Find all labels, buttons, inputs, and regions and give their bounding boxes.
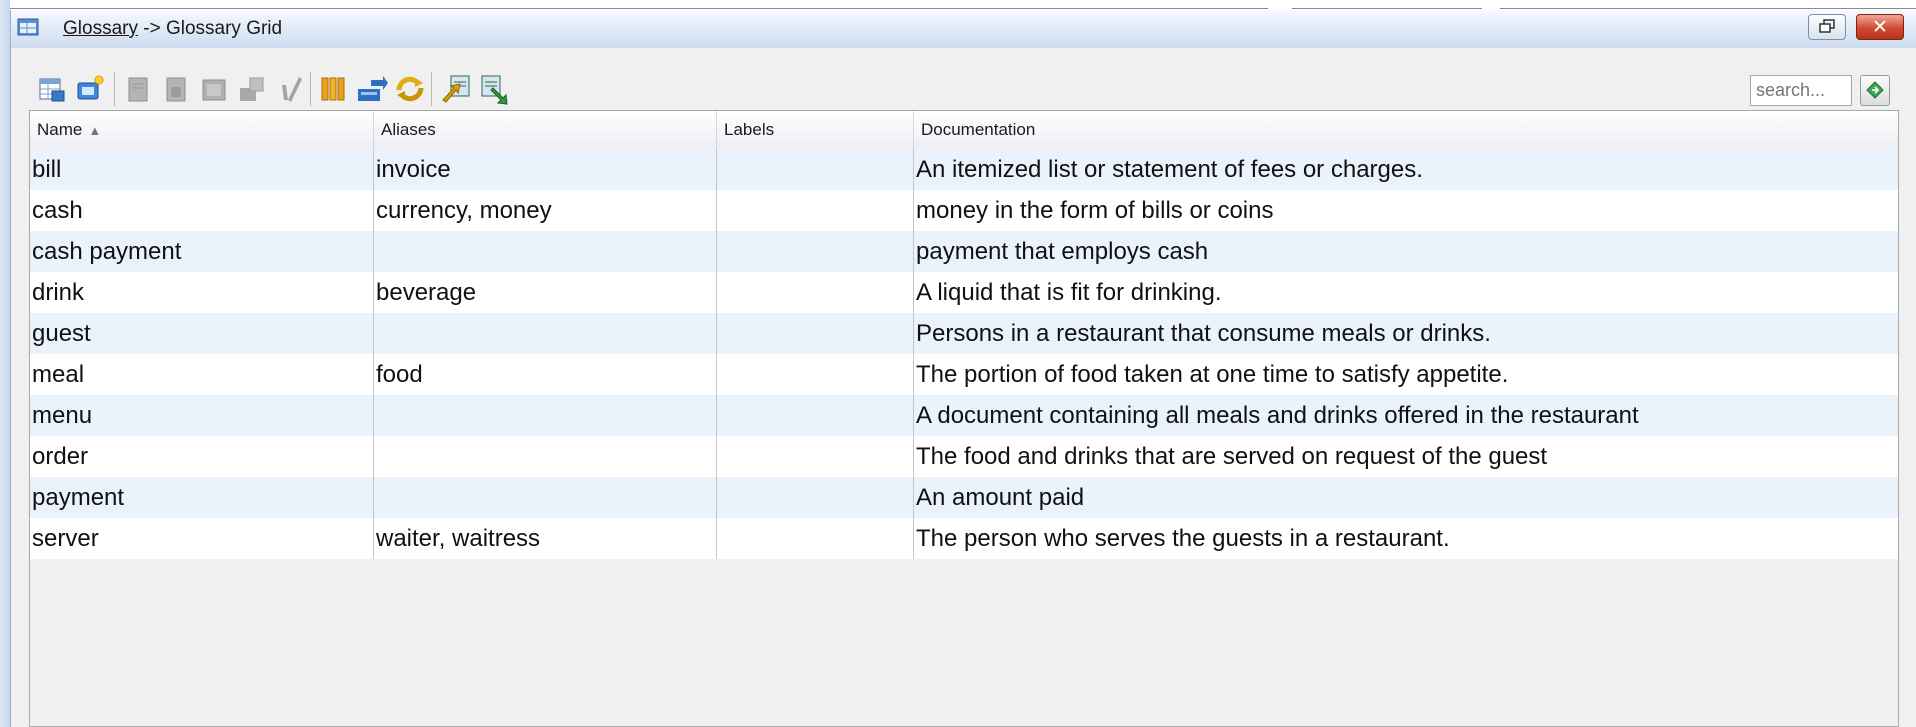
check-button[interactable] — [273, 72, 307, 106]
import-button[interactable] — [439, 72, 473, 106]
table-row[interactable]: bill invoice An itemized list or stateme… — [30, 149, 1898, 190]
desktop-edge — [0, 0, 10, 727]
labels-cell — [717, 436, 913, 477]
aliases-cell: invoice — [376, 156, 451, 183]
documentation-cell: money in the form of bills or coins — [916, 197, 1274, 224]
aliases-cell: beverage — [376, 279, 477, 306]
aliases-cell — [374, 395, 716, 436]
labels-cell — [717, 518, 913, 559]
move-icon — [358, 76, 388, 101]
aliases-cell — [374, 313, 716, 354]
properties-button[interactable] — [159, 72, 193, 106]
pin-button[interactable] — [235, 72, 269, 106]
search-input[interactable] — [1750, 75, 1852, 106]
add-relationship-icon — [77, 75, 104, 100]
labels-cell — [717, 395, 913, 436]
glossary-grid-window: Glossary -> Glossary Grid ✕ search... Na… — [10, 10, 1916, 727]
background-window-edges — [10, 0, 1916, 10]
breadcrumb-glossary-link[interactable]: Glossary — [63, 18, 138, 39]
table-row[interactable]: menu A document containing all meals and… — [30, 395, 1898, 436]
labels-cell — [717, 149, 913, 190]
check-icon — [282, 77, 302, 102]
toolbar — [11, 48, 1916, 118]
table-row[interactable]: order The food and drinks that are serve… — [30, 436, 1898, 477]
table-header: Name ▲ Aliases Labels Documentation — [30, 111, 1898, 150]
documentation-cell: Persons in a restaurant that consume mea… — [916, 320, 1491, 347]
table-row[interactable]: meal food The portion of food taken at o… — [30, 354, 1898, 395]
columns-icon — [321, 77, 345, 101]
open-page-button[interactable] — [121, 72, 155, 106]
close-icon: ✕ — [1872, 16, 1888, 38]
add-relationship-button[interactable] — [73, 72, 107, 106]
table-row[interactable]: cash payment payment that employs cash — [30, 231, 1898, 272]
table-row[interactable]: drink beverage A liquid that is fit for … — [30, 272, 1898, 313]
add-element-icon — [39, 78, 65, 102]
table-row[interactable]: payment An amount paid — [30, 477, 1898, 518]
aliases-cell — [374, 436, 716, 477]
table-row[interactable]: guest Persons in a restaurant that consu… — [30, 313, 1898, 354]
glossary-grid-icon — [17, 18, 39, 36]
aliases-cell: waiter, waitress — [376, 525, 541, 552]
documentation-cell: An itemized list or statement of fees or… — [916, 156, 1423, 183]
breadcrumb: Glossary -> Glossary Grid — [63, 18, 282, 40]
aliases-cell: food — [376, 361, 423, 388]
documentation-cell: A document containing all meals and drin… — [916, 402, 1639, 429]
column-header-labels[interactable]: Labels — [717, 111, 914, 149]
import-icon — [442, 75, 470, 103]
add-element-button[interactable] — [35, 72, 69, 106]
table-body: bill invoice An itemized list or stateme… — [30, 149, 1898, 559]
search-go-icon — [1866, 81, 1884, 99]
labels-cell — [717, 272, 913, 313]
name-cell: guest — [32, 320, 91, 347]
search-button[interactable] — [1860, 75, 1890, 106]
title-bar: Glossary -> Glossary Grid ✕ — [11, 10, 1916, 49]
name-cell: menu — [32, 402, 93, 429]
labels-cell — [717, 477, 913, 518]
columns-button[interactable] — [317, 72, 351, 106]
column-header-name[interactable]: Name ▲ — [30, 111, 374, 149]
documentation-cell: payment that employs cash — [916, 238, 1209, 265]
sort-ascending-icon: ▲ — [88, 123, 102, 138]
open-page-icon — [128, 77, 148, 102]
documentation-cell: A liquid that is fit for drinking. — [916, 279, 1222, 306]
name-cell: server — [32, 525, 99, 552]
restore-icon — [1819, 19, 1835, 33]
documentation-cell: The person who serves the guests in a re… — [916, 525, 1450, 552]
name-cell: payment — [32, 484, 125, 511]
pin-icon — [240, 77, 264, 101]
labels-cell — [717, 313, 913, 354]
aliases-cell — [374, 231, 716, 272]
name-cell: bill — [32, 156, 62, 183]
column-header-aliases[interactable]: Aliases — [374, 111, 717, 149]
name-cell: order — [32, 443, 89, 470]
properties-icon — [166, 77, 186, 102]
name-cell: drink — [32, 279, 85, 306]
labels-cell — [717, 190, 913, 231]
documentation-cell: The food and drinks that are served on r… — [916, 443, 1548, 470]
labels-cell — [717, 354, 913, 395]
refresh-icon — [396, 76, 424, 102]
restore-window-button[interactable] — [1808, 14, 1846, 40]
documentation-cell: An amount paid — [916, 484, 1085, 511]
breadcrumb-current: -> Glossary Grid — [137, 18, 283, 39]
aliases-cell — [374, 477, 716, 518]
name-cell: meal — [32, 361, 85, 388]
refresh-button[interactable] — [393, 72, 427, 106]
table-row[interactable]: server waiter, waitress The person who s… — [30, 518, 1898, 559]
close-window-button[interactable]: ✕ — [1856, 14, 1904, 40]
reference-button[interactable] — [197, 72, 231, 106]
table-row[interactable]: cash currency, money money in the form o… — [30, 190, 1898, 231]
labels-cell — [717, 231, 913, 272]
name-cell: cash payment — [32, 238, 182, 265]
documentation-cell: The portion of food taken at one time to… — [916, 361, 1509, 388]
move-button[interactable] — [355, 72, 389, 106]
reference-icon — [202, 79, 226, 101]
name-cell: cash — [32, 197, 83, 224]
glossary-table: Name ▲ Aliases Labels Documentation bill … — [29, 110, 1899, 727]
aliases-cell: currency, money — [376, 197, 552, 224]
column-header-documentation[interactable]: Documentation — [914, 111, 1898, 149]
export-button[interactable] — [477, 72, 511, 106]
export-icon — [481, 75, 508, 105]
